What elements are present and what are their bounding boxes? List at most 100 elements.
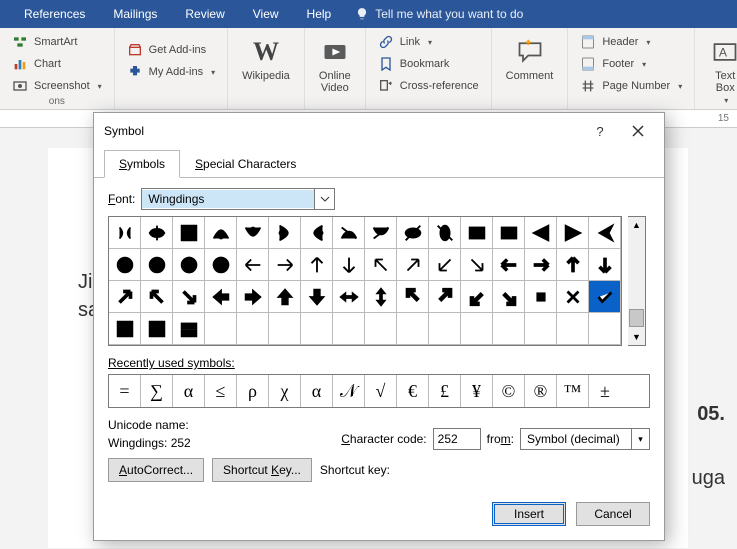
- header-button[interactable]: Header: [576, 32, 686, 52]
- symbol-cell[interactable]: [237, 217, 269, 249]
- symbol-cell[interactable]: [109, 313, 141, 345]
- bookmark-button[interactable]: Bookmark: [374, 54, 483, 74]
- symbol-cell[interactable]: [237, 249, 269, 281]
- symbol-cell[interactable]: [333, 281, 365, 313]
- symbol-cell[interactable]: [493, 249, 525, 281]
- screenshot-button[interactable]: Screenshot: [8, 76, 106, 96]
- tab-mailings[interactable]: Mailings: [99, 0, 171, 28]
- from-dropdown-button[interactable]: ▾: [631, 429, 649, 449]
- symbol-cell[interactable]: [365, 249, 397, 281]
- symbol-cell[interactable]: [237, 281, 269, 313]
- get-addins-button[interactable]: Get Add-ins: [123, 40, 219, 60]
- wikipedia-button[interactable]: W Wikipedia: [236, 32, 296, 86]
- symbol-cell[interactable]: [205, 217, 237, 249]
- recent-symbol-cell[interactable]: α: [301, 375, 333, 407]
- comment-button[interactable]: Comment: [500, 32, 560, 86]
- symbol-cell[interactable]: [461, 217, 493, 249]
- symbol-cell[interactable]: [589, 281, 621, 313]
- symbol-cell[interactable]: [109, 281, 141, 313]
- symbol-cell[interactable]: [525, 281, 557, 313]
- font-combo[interactable]: [141, 188, 335, 210]
- recent-symbols-grid[interactable]: =∑α≤ρχα𝒩√€£¥©®™±: [108, 374, 650, 408]
- recent-symbol-cell[interactable]: ¥: [461, 375, 493, 407]
- dialog-close-button[interactable]: [620, 119, 656, 143]
- insert-button[interactable]: Insert: [492, 502, 566, 526]
- symbol-cell[interactable]: [397, 217, 429, 249]
- recent-symbol-cell[interactable]: ∑: [141, 375, 173, 407]
- tab-review[interactable]: Review: [171, 0, 238, 28]
- symbol-cell[interactable]: [269, 217, 301, 249]
- symbol-cell[interactable]: [557, 281, 589, 313]
- smartart-button[interactable]: SmartArt: [8, 32, 106, 52]
- tab-view[interactable]: View: [239, 0, 293, 28]
- recent-symbol-cell[interactable]: ±: [589, 375, 621, 407]
- tab-references[interactable]: References: [10, 0, 99, 28]
- symbol-cell[interactable]: [589, 249, 621, 281]
- autocorrect-button[interactable]: AutoCorrect...: [108, 458, 204, 482]
- symbol-cell[interactable]: [141, 249, 173, 281]
- shortcut-key-button[interactable]: Shortcut Key...: [212, 458, 312, 482]
- symbol-cell[interactable]: [397, 281, 429, 313]
- symbol-cell[interactable]: [269, 281, 301, 313]
- charcode-input[interactable]: [433, 428, 481, 450]
- symbol-cell[interactable]: [493, 217, 525, 249]
- scroll-thumb[interactable]: [629, 309, 644, 327]
- symbol-cell[interactable]: [429, 249, 461, 281]
- pagenumber-button[interactable]: Page Number: [576, 76, 686, 96]
- link-button[interactable]: Link: [374, 32, 483, 52]
- dialog-help-button[interactable]: ?: [582, 119, 618, 143]
- symbol-cell[interactable]: [205, 281, 237, 313]
- scroll-up-button[interactable]: ▲: [628, 217, 645, 233]
- symbol-cell[interactable]: [301, 217, 333, 249]
- chart-button[interactable]: Chart: [8, 54, 106, 74]
- my-addins-button[interactable]: My Add-ins: [123, 62, 219, 82]
- crossref-button[interactable]: Cross-reference: [374, 76, 483, 96]
- symbol-cell[interactable]: [173, 313, 205, 345]
- recent-symbol-cell[interactable]: ™: [557, 375, 589, 407]
- font-input[interactable]: [142, 190, 314, 208]
- symbol-cell[interactable]: [365, 217, 397, 249]
- symbol-cell[interactable]: [397, 249, 429, 281]
- recent-symbol-cell[interactable]: √: [365, 375, 397, 407]
- symbol-cell[interactable]: [109, 217, 141, 249]
- symbol-cell[interactable]: [365, 281, 397, 313]
- tab-symbols[interactable]: Symbols: [104, 150, 180, 178]
- online-video-button[interactable]: Online Video: [313, 32, 357, 98]
- symbol-cell[interactable]: [589, 217, 621, 249]
- tab-special-characters[interactable]: Special Characters: [180, 150, 311, 178]
- tell-me[interactable]: Tell me what you want to do: [345, 7, 523, 21]
- symbol-cell[interactable]: [141, 313, 173, 345]
- symbol-cell[interactable]: [461, 281, 493, 313]
- recent-symbol-cell[interactable]: =: [109, 375, 141, 407]
- symbol-cell[interactable]: [301, 281, 333, 313]
- recent-symbol-cell[interactable]: €: [397, 375, 429, 407]
- recent-symbol-cell[interactable]: ©: [493, 375, 525, 407]
- textbox-button[interactable]: A Text Box: [703, 32, 737, 109]
- recent-symbol-cell[interactable]: ρ: [237, 375, 269, 407]
- font-dropdown-button[interactable]: [314, 189, 334, 209]
- symbol-cell[interactable]: [333, 249, 365, 281]
- symbol-cell[interactable]: [525, 217, 557, 249]
- symbol-cell[interactable]: [141, 217, 173, 249]
- symbol-cell[interactable]: [109, 249, 141, 281]
- symbol-cell[interactable]: [173, 249, 205, 281]
- recent-symbol-cell[interactable]: ≤: [205, 375, 237, 407]
- tab-help[interactable]: Help: [293, 0, 346, 28]
- symbol-cell[interactable]: [205, 249, 237, 281]
- symbol-cell[interactable]: [461, 249, 493, 281]
- footer-button[interactable]: Footer: [576, 54, 686, 74]
- recent-symbol-cell[interactable]: £: [429, 375, 461, 407]
- symbol-cell[interactable]: [173, 281, 205, 313]
- recent-symbol-cell[interactable]: 𝒩: [333, 375, 365, 407]
- symbol-cell[interactable]: [301, 249, 333, 281]
- recent-symbol-cell[interactable]: χ: [269, 375, 301, 407]
- symbol-cell[interactable]: [493, 281, 525, 313]
- symbol-cell[interactable]: [333, 217, 365, 249]
- from-combo[interactable]: Symbol (decimal) ▾: [520, 428, 650, 450]
- symbol-cell[interactable]: [525, 249, 557, 281]
- symbol-cell[interactable]: [141, 281, 173, 313]
- symbol-cell[interactable]: [557, 249, 589, 281]
- scroll-down-button[interactable]: ▼: [628, 329, 645, 345]
- symbol-grid[interactable]: [108, 216, 622, 346]
- symbol-cell[interactable]: [429, 217, 461, 249]
